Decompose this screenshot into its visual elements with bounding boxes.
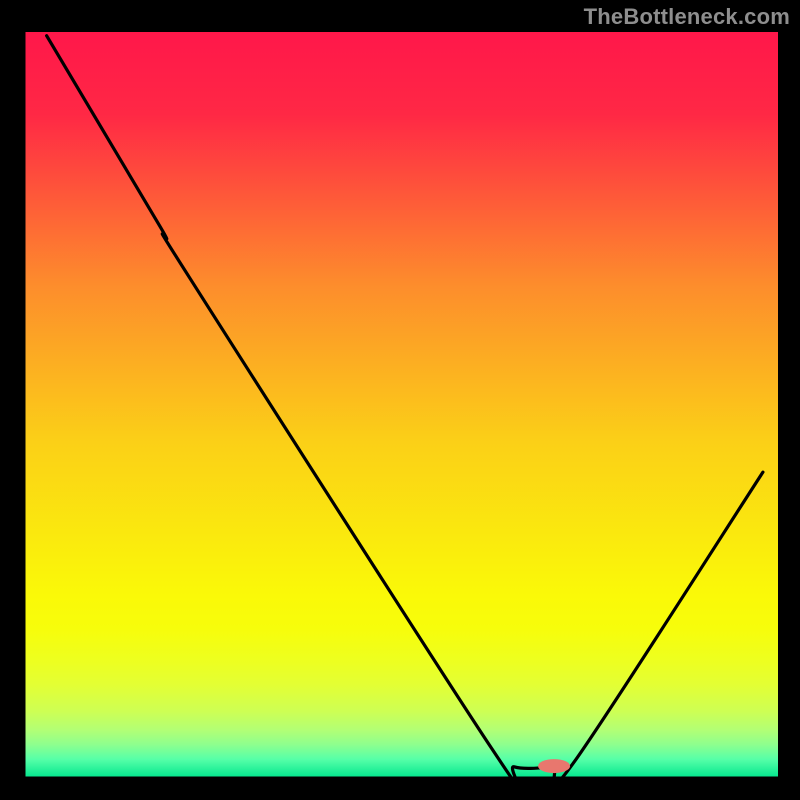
optimal-marker bbox=[538, 759, 570, 773]
chart-svg bbox=[0, 0, 800, 800]
plot-area bbox=[24, 32, 778, 778]
attribution-text: TheBottleneck.com bbox=[584, 4, 790, 30]
chart-container: { "attribution": "TheBottleneck.com", "c… bbox=[0, 0, 800, 800]
